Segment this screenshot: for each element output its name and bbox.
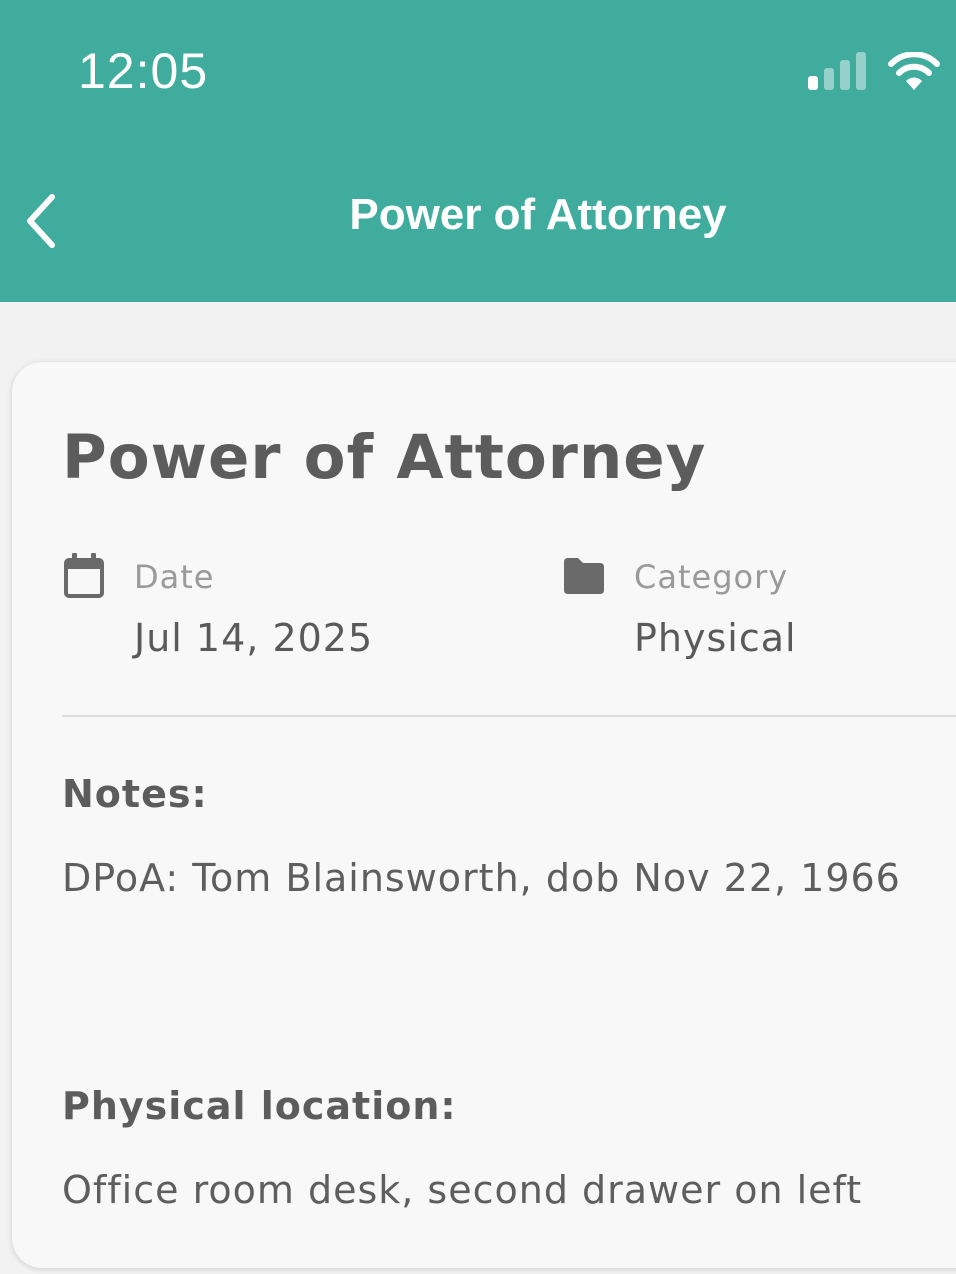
nav-title: Power of Attorney bbox=[349, 190, 727, 239]
document-title: Power of Attorney bbox=[62, 422, 707, 493]
document-card: Power of Attorney Date Jul 14, 2025 Cate… bbox=[12, 362, 956, 1268]
category-value: Physical bbox=[634, 616, 797, 660]
category-label: Category bbox=[634, 558, 789, 596]
date-value: Jul 14, 2025 bbox=[134, 616, 374, 660]
wifi-icon bbox=[888, 52, 940, 90]
cellular-signal-icon bbox=[808, 52, 866, 90]
physical-location-heading: Physical location: bbox=[62, 1084, 457, 1128]
calendar-icon bbox=[64, 553, 104, 598]
date-label: Date bbox=[134, 558, 215, 596]
physical-location-text: Office room desk, second drawer on left bbox=[62, 1168, 863, 1212]
section-divider bbox=[62, 715, 956, 717]
folder-icon bbox=[564, 558, 604, 594]
document-detail-screen: 12:05 Power of Attorney Power of Attorne… bbox=[0, 0, 956, 1274]
notes-text: DPoA: Tom Blainsworth, dob Nov 22, 1966 bbox=[62, 856, 901, 900]
app-header: 12:05 Power of Attorney bbox=[0, 0, 956, 302]
notes-heading: Notes: bbox=[62, 772, 208, 816]
status-time: 12:05 bbox=[78, 43, 209, 99]
